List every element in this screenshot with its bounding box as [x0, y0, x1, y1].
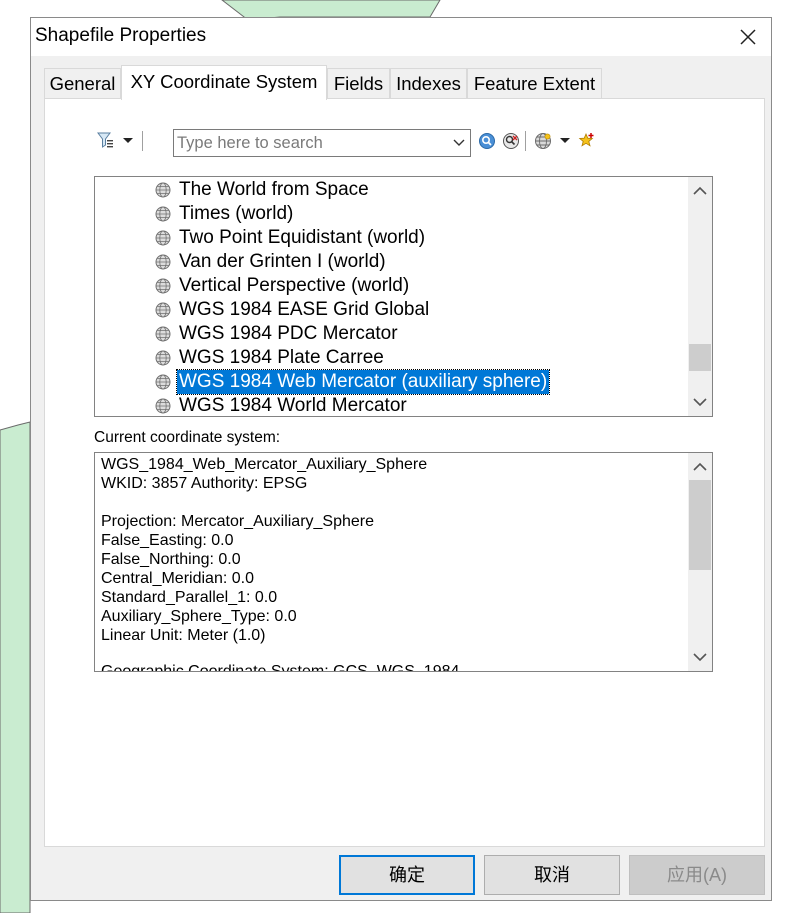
tab-general[interactable]: General: [44, 68, 121, 99]
dropdown-arrow-icon: [123, 138, 133, 143]
globe-icon: [535, 133, 551, 149]
globe-icon: [155, 350, 171, 366]
chevron-down-icon[interactable]: [452, 136, 466, 150]
detail-line: Geographic Coordinate System: GCS_WGS_19…: [101, 663, 460, 672]
map-polygon: [0, 421, 31, 913]
dropdown-arrow-icon: [560, 138, 570, 143]
details-scrollbar[interactable]: [688, 453, 712, 671]
globe-icon: [155, 374, 171, 390]
ok-button[interactable]: 确定: [339, 855, 475, 895]
clear-search-icon[interactable]: [502, 132, 520, 150]
cancel-button[interactable]: 取消: [484, 855, 620, 895]
search-icon[interactable]: [478, 132, 496, 150]
tab-xy-coordinate-system[interactable]: XY Coordinate System: [121, 65, 327, 100]
apply-button[interactable]: 应用(A): [629, 855, 765, 895]
toolbar-separator: [142, 131, 143, 151]
title-bar: Shapefile Properties: [31, 18, 771, 56]
list-scrollbar[interactable]: [688, 177, 712, 416]
detail-line: Linear Unit: Meter (1.0): [101, 627, 266, 644]
globe-icon: [155, 254, 171, 270]
list-item-label: The World from Space: [179, 179, 369, 200]
tab-indexes[interactable]: Indexes: [390, 68, 467, 99]
favorite-add-icon[interactable]: [578, 131, 596, 149]
globe-icon: [155, 230, 171, 246]
scrollbar-thumb[interactable]: [689, 480, 711, 570]
globe-icon: [155, 278, 171, 294]
list-item-label: WGS 1984 PDC Mercator: [179, 323, 398, 344]
filter-dropdown-button[interactable]: [96, 130, 140, 152]
detail-line: WKID: 3857 Authority: EPSG: [101, 475, 308, 492]
scroll-down-icon[interactable]: [688, 645, 712, 669]
search-input[interactable]: [177, 132, 443, 154]
list-item-label: Vertical Perspective (world): [179, 275, 410, 296]
detail-line: Central_Meridian: 0.0: [101, 570, 254, 587]
list-item-label: Two Point Equidistant (world): [179, 227, 426, 248]
search-box[interactable]: [173, 129, 471, 157]
globe-dropdown-button[interactable]: [534, 132, 574, 150]
list-item-label: WGS 1984 Plate Carree: [179, 347, 384, 368]
detail-line: False_Northing: 0.0: [101, 551, 241, 568]
scroll-down-icon[interactable]: [688, 390, 712, 414]
detail-line: Projection: Mercator_Auxiliary_Sphere: [101, 513, 375, 530]
window-title: Shapefile Properties: [35, 25, 207, 46]
tab-feature-extent[interactable]: Feature Extent: [467, 68, 602, 99]
close-icon[interactable]: [735, 24, 761, 50]
filter-icon: [97, 132, 113, 148]
globe-icon: [155, 398, 171, 414]
globe-icon: [155, 206, 171, 222]
list-item-label: WGS 1984 World Mercator: [179, 395, 407, 416]
list-item-label: WGS 1984 EASE Grid Global: [179, 299, 430, 320]
list-item-label: WGS 1984 Web Mercator (auxiliary sphere): [175, 369, 551, 395]
scroll-up-icon[interactable]: [688, 179, 712, 203]
current-coordinate-system-label: Current coordinate system:: [94, 429, 281, 446]
detail-line: WGS_1984_Web_Mercator_Auxiliary_Sphere: [101, 456, 428, 473]
detail-line: Standard_Parallel_1: 0.0: [101, 589, 278, 606]
toolbar-separator: [525, 131, 526, 151]
tab-fields[interactable]: Fields: [327, 68, 390, 99]
coordinate-system-list[interactable]: The World from Space Times (world) Two P…: [94, 176, 713, 417]
list-item-label: Times (world): [179, 203, 294, 224]
current-coordinate-system-details[interactable]: WGS_1984_Web_Mercator_Auxiliary_Sphere W…: [94, 452, 713, 672]
list-item-label: Van der Grinten I (world): [179, 251, 386, 272]
detail-line: Auxiliary_Sphere_Type: 0.0: [101, 608, 297, 625]
globe-icon: [155, 326, 171, 342]
globe-icon: [155, 302, 171, 318]
scrollbar-thumb[interactable]: [689, 344, 711, 371]
globe-icon: [155, 182, 171, 198]
detail-line: False_Easting: 0.0: [101, 532, 234, 549]
scroll-up-icon[interactable]: [688, 455, 712, 479]
